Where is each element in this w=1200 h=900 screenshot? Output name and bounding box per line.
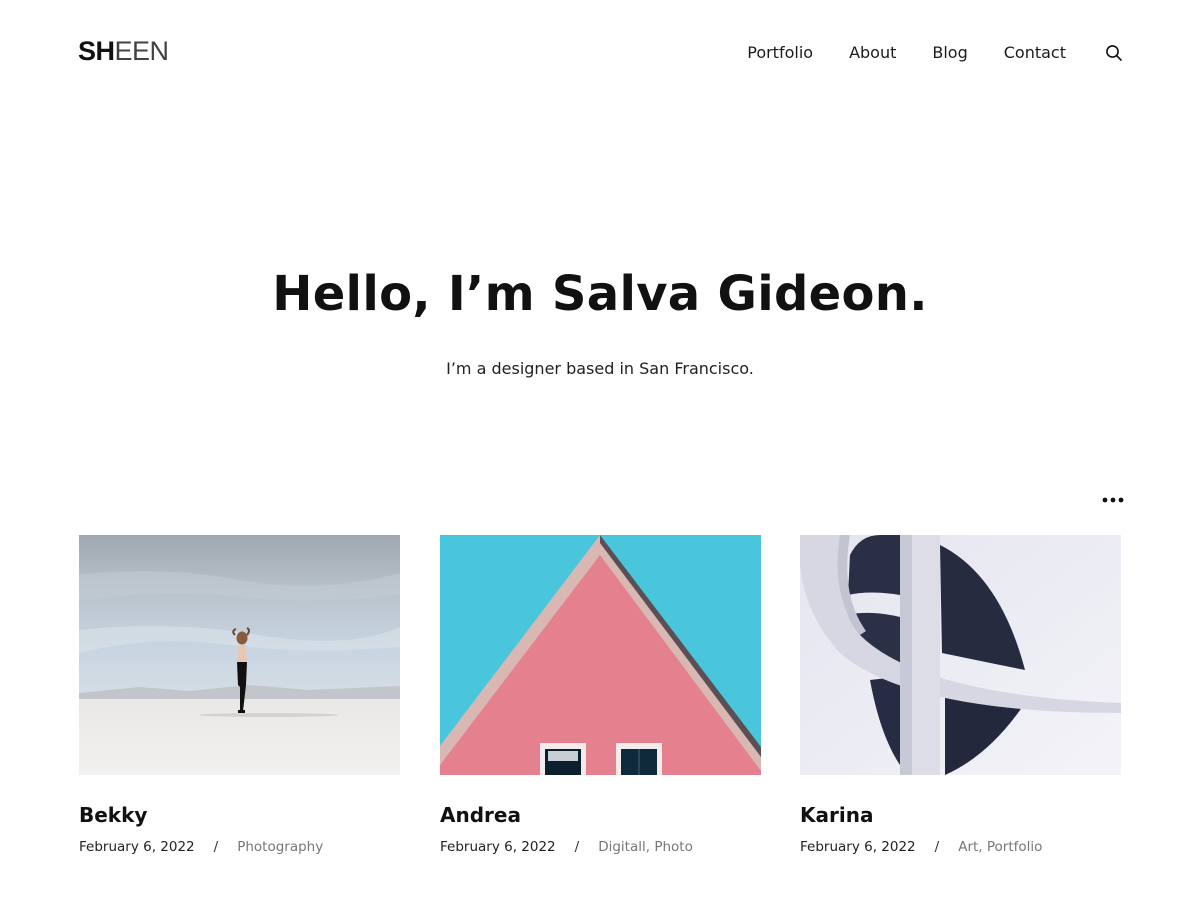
post-categories[interactable]: Art, Portfolio [958, 839, 1042, 855]
post-meta: February 6, 2022 / Art, Portfolio [800, 838, 1042, 856]
post-meta: February 6, 2022 / Photography [79, 838, 323, 856]
post-categories[interactable]: Photography [237, 839, 323, 855]
desert-woman-image [79, 535, 400, 775]
post-meta: February 6, 2022 / Digitall, Photo [440, 838, 693, 856]
white-architecture-image [800, 535, 1121, 775]
search-icon [1106, 45, 1122, 61]
site-logo[interactable]: SHEEN [78, 37, 169, 65]
post-card-andrea: Andrea February 6, 2022 / Digitall, Photo [440, 535, 761, 855]
main-nav: Portfolio About Blog Contact [747, 43, 1066, 63]
logo-bold-text: SH [78, 36, 115, 66]
post-card-bekky: Bekky February 6, 2022 / Photography [79, 535, 400, 855]
meta-separator: / [934, 839, 940, 855]
post-date: February 6, 2022 [800, 839, 916, 855]
meta-separator: / [213, 839, 219, 855]
search-button[interactable] [1105, 44, 1123, 62]
post-categories[interactable]: Digitall, Photo [598, 839, 693, 855]
nav-link-blog[interactable]: Blog [932, 43, 967, 63]
hero-subtitle: I’m a designer based in San Francisco. [446, 359, 754, 378]
post-title[interactable]: Karina [800, 802, 873, 828]
hero-title: Hello, I’m Salva Gideon. [272, 266, 928, 322]
post-date: February 6, 2022 [440, 839, 556, 855]
post-image-karina[interactable] [800, 535, 1121, 775]
post-date: February 6, 2022 [79, 839, 195, 855]
post-title[interactable]: Andrea [440, 802, 521, 828]
pink-house-image [440, 535, 761, 775]
nav-link-about[interactable]: About [849, 43, 896, 63]
post-image-bekky[interactable] [79, 535, 400, 775]
nav-link-contact[interactable]: Contact [1004, 43, 1066, 63]
more-options-button[interactable] [1100, 492, 1126, 508]
post-title[interactable]: Bekky [79, 802, 147, 828]
post-image-andrea[interactable] [440, 535, 761, 775]
meta-separator: / [574, 839, 580, 855]
site-header: SHEEN Portfolio About Blog Contact [0, 0, 1200, 106]
logo-light-text: EEN [114, 36, 170, 66]
post-card-karina: Karina February 6, 2022 / Art, Portfolio [800, 535, 1121, 855]
nav-link-portfolio[interactable]: Portfolio [747, 43, 813, 63]
more-dots-icon [1102, 497, 1124, 503]
